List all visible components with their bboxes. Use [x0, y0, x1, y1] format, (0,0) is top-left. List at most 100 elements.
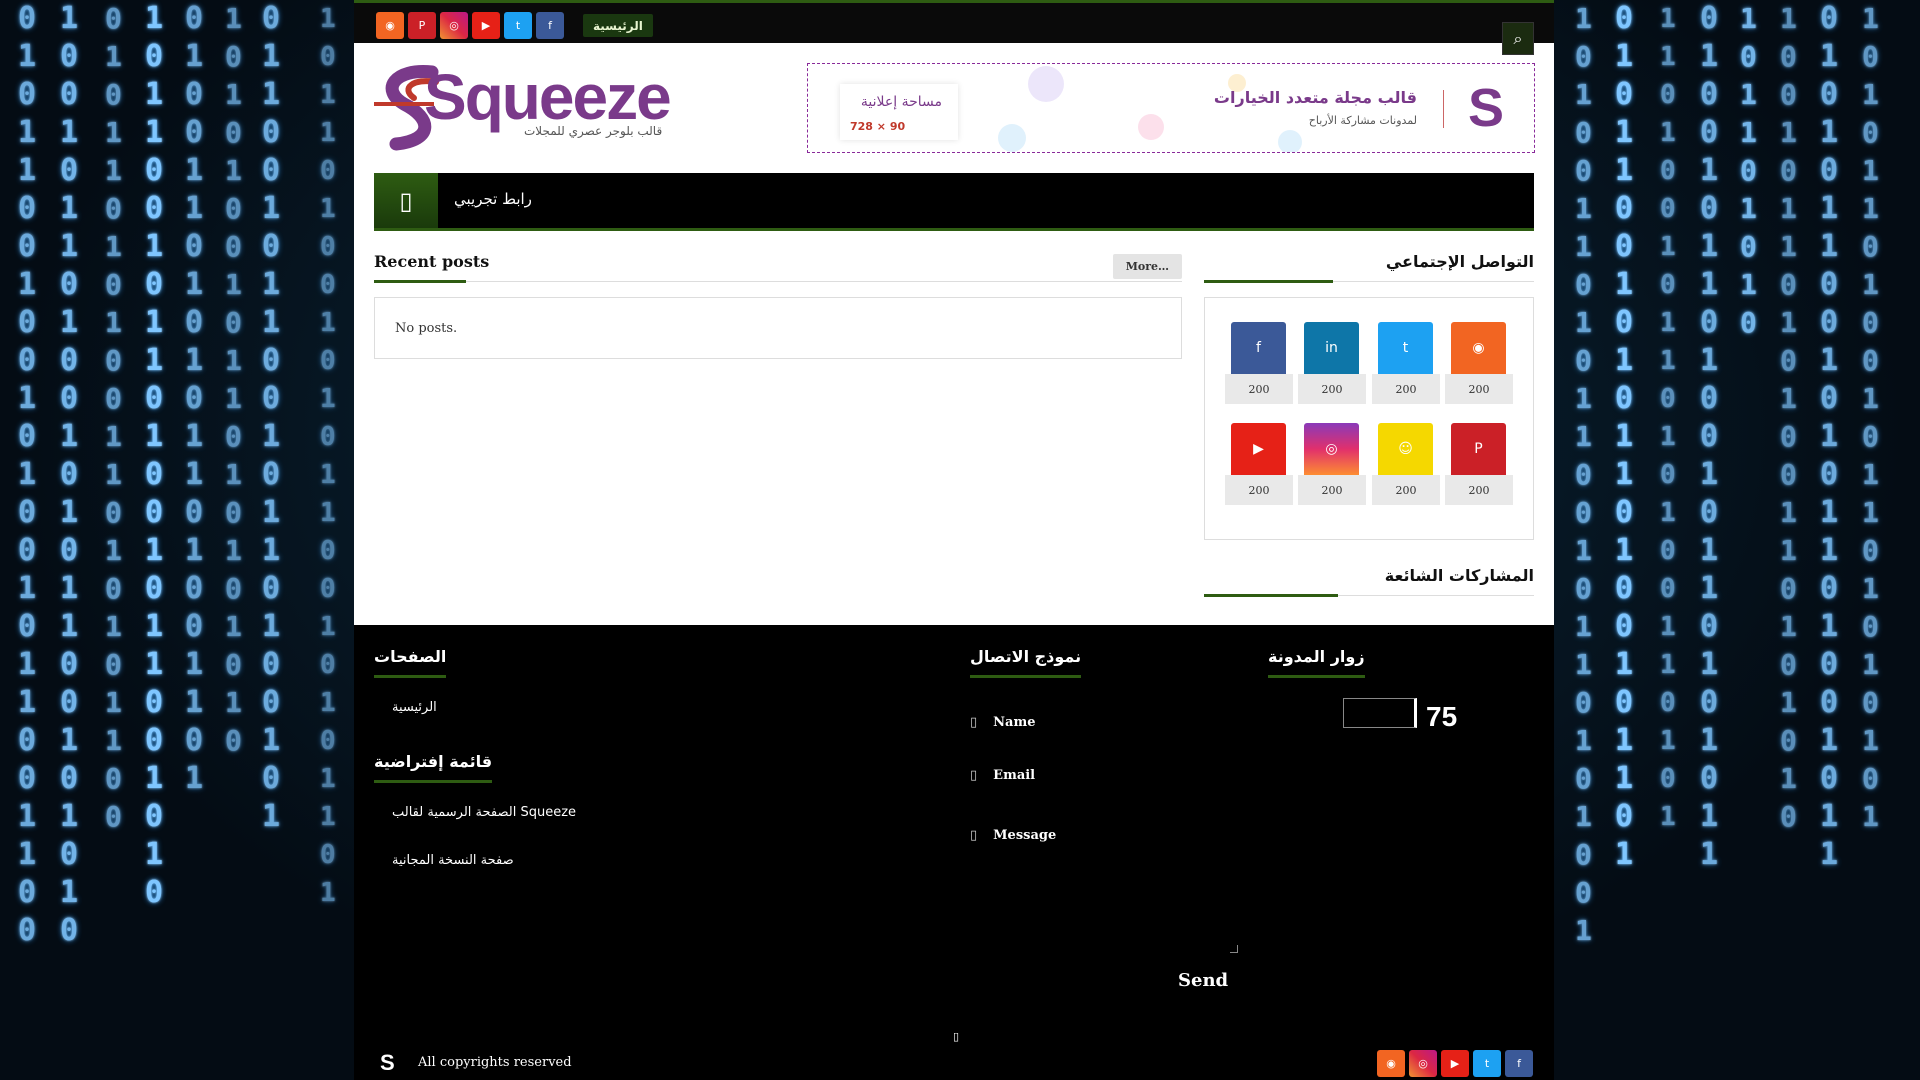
banner-divider: [1443, 90, 1444, 128]
pinterest-icon[interactable]: P: [408, 12, 436, 39]
social-counter-rss[interactable]: ◉ 200: [1445, 322, 1513, 404]
title-underline: [374, 780, 493, 783]
social-count: 200: [1225, 475, 1293, 505]
banner-subtitle: لمدونات مشاركة الأرباح: [1308, 114, 1417, 127]
ad-space-label: مساحة إعلانية: [860, 94, 942, 110]
rss-icon: ◉: [1451, 322, 1506, 374]
recent-posts-section: Recent posts More… No posts.: [374, 252, 1182, 359]
social-count: 200: [1298, 374, 1366, 404]
ad-size-label: 728 × 90: [850, 120, 906, 133]
instagram-icon[interactable]: ◎: [440, 12, 468, 39]
name-field[interactable]: ▯ Name: [970, 715, 1036, 730]
twitter-icon[interactable]: t: [1473, 1050, 1501, 1077]
social-count: 200: [1225, 374, 1293, 404]
matrix-column: 1 0 1 1 0 1 0 1 0: [1740, 2, 1757, 339]
email-field-label: Email: [993, 768, 1036, 783]
social-counter-linkedin[interactable]: in 200: [1298, 322, 1366, 404]
matrix-column: 1 0 1 0 1 0 0 1 0 1 1 0 1 0 1 0 1 0 1 0: [225, 2, 242, 757]
visitors-title-text: زوار المدونة: [1268, 647, 1365, 666]
menu-toggle-button[interactable]: ▯: [374, 173, 438, 228]
footer-link-home[interactable]: الرئيسية: [392, 700, 437, 715]
footer-link-official[interactable]: الصفحة الرسمية لقالب Squeeze: [392, 805, 576, 820]
search-button[interactable]: ⌕: [1502, 22, 1534, 55]
footer-menu-title: قائمة إفتراضية: [374, 752, 493, 783]
visitor-count: 75: [1426, 701, 1458, 732]
popular-posts-title-text: المشاركات الشائعة: [1384, 566, 1534, 585]
visitors-title: زوار المدونة: [1268, 647, 1365, 678]
footer-social-icons: ◉ ◎ ▶ t f: [1377, 1050, 1533, 1077]
send-button[interactable]: Send: [1178, 970, 1228, 991]
social-counter-instagram[interactable]: ◎ 200: [1298, 423, 1366, 505]
site-logo[interactable]: Squeeze قالب بلوجر عصري للمجلات: [374, 60, 672, 155]
recent-posts-title-text: Recent posts: [374, 252, 490, 271]
footer-logo[interactable]: S: [380, 1050, 395, 1076]
home-link[interactable]: الرئيسية: [583, 14, 653, 37]
social-counters: f 200 in 200 t 200 ◉ 200 ▶ 200 ◎ 200 ☺ 2…: [1204, 297, 1534, 540]
nav-link-demo[interactable]: رابط تجريبي: [454, 190, 532, 208]
rss-icon[interactable]: ◉: [1377, 1050, 1405, 1077]
footer-menu-title-text: قائمة إفتراضية: [374, 752, 493, 771]
message-field-label: Message: [993, 828, 1057, 843]
banner-logo: S: [1467, 78, 1505, 138]
footer: الصفحات الرئيسية قائمة إفتراضية الصفحة ا…: [354, 625, 1554, 1080]
posts-list: No posts.: [374, 297, 1182, 359]
matrix-column: 1 0 1 0 0 1 1 0 1 0 1 1 0 0 1 0 1 1 0 1 …: [1575, 2, 1592, 947]
social-title: التواصل الإجتماعي: [1204, 252, 1534, 283]
matrix-column: 1 0 1 1 0 1 0 0 1 0 1 0 1 1 0 0 1 0 1 0 …: [320, 4, 336, 908]
matrix-column: 1 0 0 1 0 1 1 0 1 0 0 1 0 1 0 1 1 0 0 1 …: [60, 1, 79, 948]
message-icon: ▯: [970, 828, 978, 843]
facebook-icon[interactable]: f: [536, 12, 564, 39]
rss-icon[interactable]: ◉: [376, 12, 404, 39]
logo-tagline: قالب بلوجر عصري للمجلات: [524, 124, 663, 138]
page-container: ◉ P ◎ ▶ t f الرئيسية ⌕ Squeeze قالب بلوج…: [354, 0, 1554, 1080]
matrix-column: 0 1 0 0 1 1 0 1 0 1 0 1 1 0 1 0 0 1 1 0 …: [185, 1, 204, 796]
banner-decoration: [1278, 130, 1302, 152]
social-counter-twitter[interactable]: t 200: [1372, 322, 1440, 404]
more-button[interactable]: More…: [1112, 254, 1182, 279]
matrix-column: 0 1 0 0 1 0 1 1 0 1 0 0 1 0 1 1 0 1 0 1 …: [1700, 1, 1719, 872]
social-counter-facebook[interactable]: f 200: [1225, 322, 1293, 404]
social-count: 200: [1445, 475, 1513, 505]
facebook-icon: f: [1231, 322, 1286, 374]
social-counter-youtube[interactable]: ▶ 200: [1225, 423, 1293, 505]
banner-title: قالب مجلة متعدد الخيارات: [1213, 88, 1417, 107]
social-count: 200: [1298, 475, 1366, 505]
scroll-top-icon[interactable]: ▯: [953, 1030, 959, 1043]
banner-decoration: [1028, 66, 1064, 102]
matrix-column: 1 1 0 1 0 0 1 0 1 1 0 1 0 1 0 0 1 1 0 1 …: [1660, 4, 1676, 832]
menu-icon: ▯: [399, 186, 413, 215]
social-counter-pinterest[interactable]: P 200: [1445, 423, 1513, 505]
matrix-column: 1 0 1 0 1 1 0 1 0 0 1 0 1 1 0 1 0 1 0 1 …: [1862, 2, 1879, 833]
title-underline: [970, 675, 1082, 678]
top-bar: ◉ P ◎ ▶ t f الرئيسية ⌕: [354, 0, 1554, 55]
youtube-icon[interactable]: ▶: [472, 12, 500, 39]
copyright-text: All copyrights reserved: [418, 1055, 572, 1070]
footer-link-free[interactable]: صفحة النسخة المجانية: [392, 853, 514, 868]
popular-posts-section: المشاركات الشائعة: [1204, 566, 1534, 597]
footer-pages-title: الصفحات: [374, 647, 447, 678]
twitter-icon[interactable]: t: [504, 12, 532, 39]
title-underline: [1204, 594, 1338, 597]
youtube-icon[interactable]: ▶: [1441, 1050, 1469, 1077]
ad-space-box: مساحة إعلانية 728 × 90: [840, 84, 958, 140]
social-counter-snapchat[interactable]: ☺ 200: [1372, 423, 1440, 505]
matrix-column: 0 1 0 1 1 0 1 0 1 0 0 1 1 0 1 0 1 0 1 1 …: [105, 2, 122, 833]
name-field-label: Name: [993, 715, 1036, 730]
facebook-icon[interactable]: f: [1505, 1050, 1533, 1077]
textarea-resize-handle[interactable]: [1230, 945, 1238, 953]
header-ad-banner[interactable]: مساحة إعلانية 728 × 90 قالب مجلة متعدد ا…: [807, 63, 1535, 153]
footer-pages-title-text: الصفحات: [374, 647, 447, 666]
title-underline: [374, 675, 447, 678]
matrix-column: 0 1 0 1 0 1 1 0 0 1 0 1 0 1 1 0 1 0 0 1 …: [1820, 1, 1839, 872]
instagram-icon[interactable]: ◎: [1409, 1050, 1437, 1077]
recent-posts-title: Recent posts More…: [374, 252, 1182, 283]
matrix-column: 1 0 0 1 0 1 1 0 1 0 1 0 0 1 1 0 1 0 1 0 …: [1780, 2, 1797, 833]
matrix-column: 0 1 1 0 0 1 0 1 1 0 0 1 0 1 1 0 1 0 0 1 …: [262, 1, 281, 834]
linkedin-icon: in: [1304, 322, 1359, 374]
social-sidebar: التواصل الإجتماعي f 200 in 200 t 200 ◉ 2…: [1204, 252, 1534, 540]
message-field[interactable]: ▯ Message: [970, 828, 1056, 843]
email-field[interactable]: ▯ Email: [970, 768, 1035, 783]
pinterest-icon: P: [1451, 423, 1506, 475]
banner-decoration: [1138, 114, 1164, 140]
visitor-counter-graph: [1343, 698, 1417, 728]
